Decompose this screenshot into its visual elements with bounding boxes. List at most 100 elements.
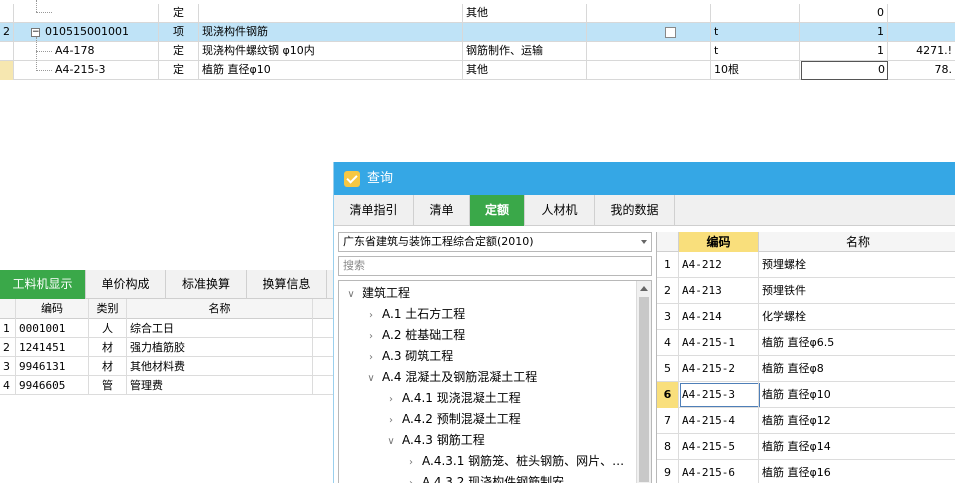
chevron-right-icon[interactable]: › <box>365 347 377 368</box>
tree-scrollbar[interactable] <box>636 281 651 483</box>
name-cell: 其他材料费 <box>127 357 313 376</box>
scrollbar-thumb[interactable] <box>639 297 649 482</box>
row-checkbox[interactable] <box>665 27 676 38</box>
category-cell: 管 <box>89 376 127 395</box>
tab-quota[interactable]: 定额 <box>470 195 525 226</box>
qty-cell: 1 <box>800 23 888 42</box>
name-cell: 植筋 直径φ10 <box>762 388 831 401</box>
row-number: 6 <box>657 382 679 408</box>
chevron-down-icon[interactable]: ∨ <box>345 284 357 305</box>
list-item[interactable]: 5 A4-215-2 植筋 直径φ8 <box>657 356 955 382</box>
column-name[interactable]: 名称 <box>759 232 955 252</box>
type-cell: 定 <box>159 42 199 61</box>
tab-bill[interactable]: 清单 <box>414 195 470 226</box>
tree-node[interactable]: › A.2 桩基础工程 <box>365 325 465 346</box>
table-row[interactable]: A4-178 定 现浇构件螺纹钢 φ10内 钢筋制作、运输 t 1 4271.! <box>0 37 955 71</box>
tab-bill-guide[interactable]: 清单指引 <box>334 195 414 226</box>
tree-node[interactable]: › A.3 砌筑工程 <box>365 346 453 367</box>
qty-cell: 1 <box>800 42 888 61</box>
library-select[interactable]: 广东省建筑与装饰工程综合定额(2010) <box>338 232 652 252</box>
row-number: 2 <box>0 23 14 42</box>
list-item[interactable]: 7 A4-215-4 植筋 直径φ12 <box>657 408 955 434</box>
tab-resources[interactable]: 人材机 <box>525 195 595 226</box>
search-input[interactable]: 搜索 <box>338 256 652 276</box>
dialog-title-bar[interactable]: 查询 <box>334 162 955 195</box>
column-name[interactable]: 名称 <box>127 299 313 319</box>
tree-node[interactable]: ∨ 建筑工程 <box>345 283 410 304</box>
list-item[interactable]: 4 A4-215-1 植筋 直径φ6.5 <box>657 330 955 356</box>
quota-list-header: 编码 名称 <box>657 232 955 252</box>
list-item[interactable]: 1 A4-212 预埋螺栓 <box>657 252 955 278</box>
tree-node[interactable]: › A.4.3.2 现浇构件钢筋制安 <box>405 472 564 483</box>
code-cell: A4-213 <box>679 278 759 304</box>
column-category[interactable]: 类别 <box>89 299 127 319</box>
tree-node[interactable]: › A.4.3.1 钢筋笼、桩头钢筋、网片、… <box>405 451 624 472</box>
list-item[interactable]: 2 A4-213 预埋铁件 <box>657 278 955 304</box>
chevron-right-icon[interactable]: › <box>385 389 397 410</box>
collapse-icon[interactable]: − <box>31 28 40 37</box>
row-number: 2 <box>0 338 16 357</box>
tab-my-data[interactable]: 我的数据 <box>595 195 675 226</box>
tree-node[interactable]: ∨ A.4 混凝土及钢筋混凝土工程 <box>365 367 537 388</box>
row-number: 8 <box>657 434 679 460</box>
code-cell: A4-178 <box>14 42 159 61</box>
column-code[interactable]: 编码 <box>679 232 759 252</box>
list-item[interactable]: 8 A4-215-5 植筋 直径φ14 <box>657 434 955 460</box>
tab-unit-price[interactable]: 单价构成 <box>86 270 166 299</box>
list-item[interactable]: 9 A4-215-6 植筋 直径φ16 <box>657 460 955 483</box>
code-cell: A4-215-2 <box>679 356 759 382</box>
price-cell: 78. <box>934 63 953 76</box>
chevron-right-icon[interactable]: › <box>385 410 397 431</box>
chevron-right-icon[interactable]: › <box>405 452 417 473</box>
dialog-tabs: 清单指引 清单 定额 人材机 我的数据 <box>334 195 955 226</box>
tree-node-label: A.2 桩基础工程 <box>382 328 466 342</box>
chevron-right-icon[interactable]: › <box>365 326 377 347</box>
table-row[interactable]: A4-215-3 定 植筋 直径φ10 其他 10根 0 78. <box>0 61 955 80</box>
row-number: 5 <box>657 356 679 382</box>
table-row[interactable]: 1 0001001 人 综合工日 <box>0 319 335 338</box>
tree-node[interactable]: › A.4.1 现浇混凝土工程 <box>385 388 521 409</box>
resource-table-header: 编码 类别 名称 <box>0 299 335 319</box>
type-cell: 定 <box>159 61 199 80</box>
type-cell: 定 <box>159 4 199 23</box>
row-number: 2 <box>657 278 679 304</box>
row-number: 7 <box>657 408 679 434</box>
chevron-down-icon[interactable]: ∨ <box>365 368 377 389</box>
chevron-right-icon[interactable]: › <box>365 305 377 326</box>
name-cell: 管理费 <box>127 376 313 395</box>
tab-labor-material[interactable]: 工料机显示 <box>0 270 86 299</box>
table-row-selected[interactable]: 2 010515001001 − 项 现浇构件钢筋 t 1 <box>0 23 955 42</box>
tab-conversion-info[interactable]: 换算信息 <box>247 270 327 299</box>
spec-cell <box>463 23 587 42</box>
table-row[interactable]: 2 1241451 材 强力植筋胶 <box>0 338 335 357</box>
tree-node[interactable]: › A.1 土石方工程 <box>365 304 465 325</box>
row-number: 4 <box>0 376 16 395</box>
name-cell: 植筋 直径φ10 <box>199 61 463 80</box>
table-row[interactable]: 3 9946131 材 其他材料费 <box>0 357 335 376</box>
category-cell: 人 <box>89 319 127 338</box>
code-cell: A4-214 <box>679 304 759 330</box>
tree-node[interactable]: ∨ A.4.3 钢筋工程 <box>385 430 484 452</box>
chevron-down-icon <box>641 240 647 244</box>
list-item-selected[interactable]: 6 A4-215-3 植筋 直径φ10 <box>657 382 955 408</box>
name-cell: 现浇构件钢筋 <box>199 23 463 42</box>
name-cell: 植筋 直径φ14 <box>762 440 831 453</box>
name-cell: 预埋螺栓 <box>762 258 806 271</box>
scroll-up-icon[interactable] <box>640 286 648 291</box>
tree-node[interactable]: › A.4.2 预制混凝土工程 <box>385 409 521 430</box>
table-row[interactable]: 4 9946605 管 管理费 <box>0 376 335 395</box>
column-code[interactable]: 编码 <box>16 299 89 319</box>
tree-node-label: A.1 土石方工程 <box>382 307 466 321</box>
table-row[interactable]: 定 其他 0 <box>0 0 955 23</box>
category-cell: 材 <box>89 338 127 357</box>
chevron-down-icon[interactable]: ∨ <box>385 431 397 452</box>
tab-standard-conversion[interactable]: 标准换算 <box>166 270 247 299</box>
name-cell: 植筋 直径φ12 <box>762 414 831 427</box>
list-item[interactable]: 3 A4-214 化学螺栓 <box>657 304 955 330</box>
price-cell <box>888 4 955 23</box>
tree-node-label: A.3 砌筑工程 <box>382 349 454 363</box>
tree-node-label: A.4 混凝土及钢筋混凝土工程 <box>382 370 538 384</box>
name-cell: 综合工日 <box>127 319 313 338</box>
row-number: 3 <box>657 304 679 330</box>
chevron-right-icon[interactable]: › <box>405 473 417 483</box>
